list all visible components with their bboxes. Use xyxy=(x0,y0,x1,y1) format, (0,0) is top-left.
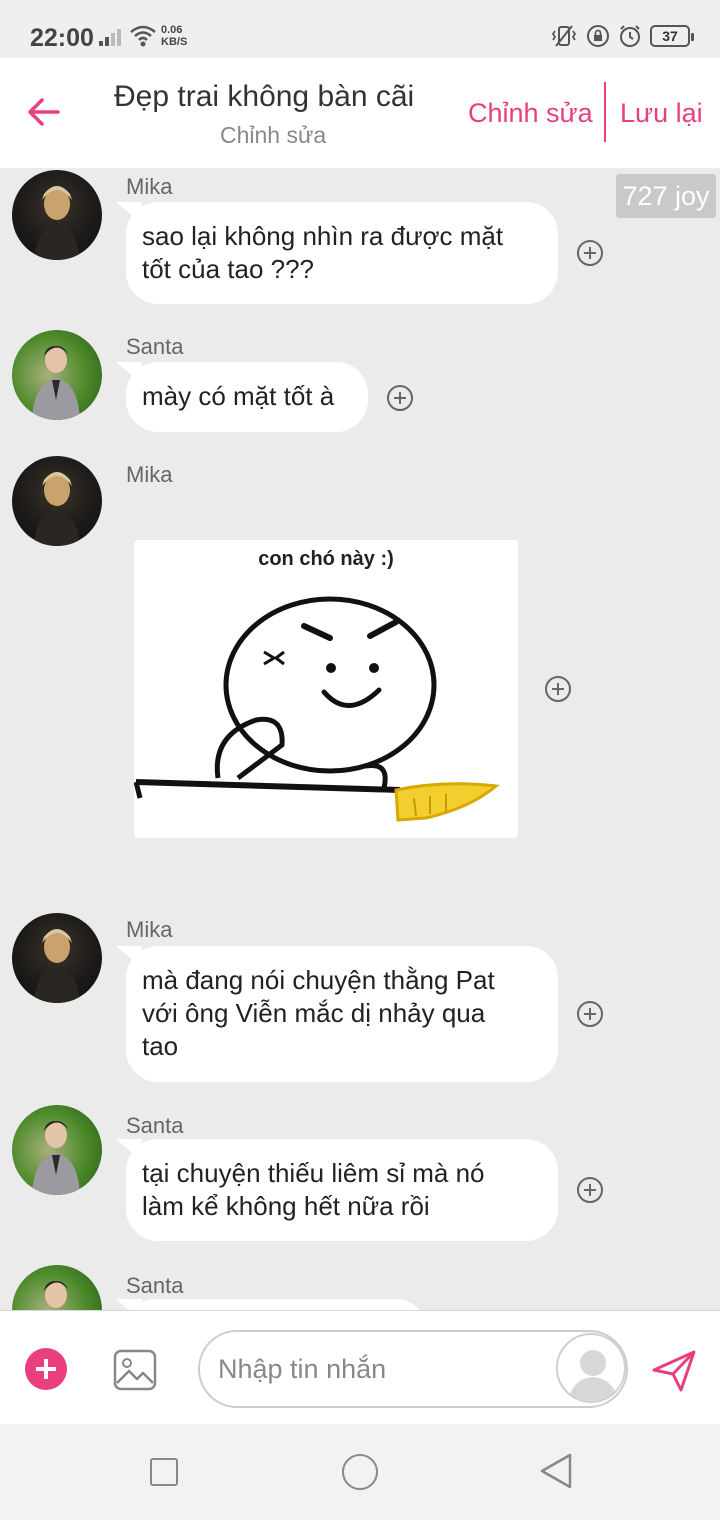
sender-name: Santa xyxy=(126,1113,184,1138)
vibrate-icon xyxy=(551,25,577,47)
message-bubble[interactable]: mày có mặt tốt à xyxy=(126,362,368,432)
header-divider xyxy=(604,82,606,142)
add-reaction-icon[interactable] xyxy=(577,1177,603,1203)
chat-area[interactable]: 727 joy Mika sao lại không nhìn ra được … xyxy=(0,168,720,1310)
add-reaction-icon[interactable] xyxy=(545,676,571,702)
image-icon[interactable] xyxy=(113,1349,157,1391)
chat-subtitle: Chỉnh sửa xyxy=(220,122,327,148)
avatar-santa[interactable] xyxy=(12,330,102,420)
avatar-mika[interactable] xyxy=(12,456,102,546)
message-bubble[interactable] xyxy=(126,1299,426,1310)
joy-badge: 727 joy xyxy=(616,174,716,218)
back-arrow-icon[interactable] xyxy=(24,92,64,132)
chat-header: Đẹp trai không bàn cãi Chỉnh sửa Chỉnh s… xyxy=(0,58,720,168)
sender-name: Santa xyxy=(126,1273,184,1298)
lock-rotation-icon xyxy=(587,25,609,47)
recent-apps-icon[interactable] xyxy=(150,1458,178,1486)
sticker-image[interactable]: con chó này :) xyxy=(134,540,518,838)
send-icon[interactable] xyxy=(651,1348,697,1394)
sender-name: Santa xyxy=(126,334,184,359)
avatar-mika[interactable] xyxy=(12,913,102,1003)
message-text: mày có mặt tốt à xyxy=(142,381,335,411)
add-icon[interactable] xyxy=(25,1348,67,1390)
sender-name: Mika xyxy=(126,174,173,199)
avatar-santa[interactable] xyxy=(12,1265,102,1310)
message-text: mà đang nói chuyện thằng Pat với ông Viễ… xyxy=(142,965,495,1061)
status-time: 22:00 xyxy=(30,24,94,52)
edit-button[interactable]: Chỉnh sửa xyxy=(468,98,593,129)
avatar-mika[interactable] xyxy=(12,170,102,260)
signal-icon xyxy=(99,29,121,46)
message-input-bar xyxy=(0,1310,720,1424)
message-text: tại chuyện thiếu liêm sỉ mà nó làm kể kh… xyxy=(142,1158,485,1221)
network-speed: 0.06 KB/S xyxy=(161,24,188,48)
status-icons: 37 xyxy=(550,24,694,48)
nav-back-icon[interactable] xyxy=(538,1452,574,1490)
message-bubble[interactable]: tại chuyện thiếu liêm sỉ mà nó làm kể kh… xyxy=(126,1139,558,1241)
add-reaction-icon[interactable] xyxy=(577,1001,603,1027)
system-nav-bar xyxy=(0,1424,720,1520)
home-icon[interactable] xyxy=(342,1454,378,1490)
avatar-icon[interactable] xyxy=(556,1333,626,1403)
message-bubble[interactable]: mà đang nói chuyện thằng Pat với ông Viễ… xyxy=(126,946,558,1082)
alarm-icon xyxy=(620,25,640,47)
message-bubble[interactable]: sao lại không nhìn ra được mặt tốt của t… xyxy=(126,202,558,304)
chat-title: Đẹp trai không bàn cãi xyxy=(114,80,415,113)
wifi-icon xyxy=(130,25,156,47)
message-text: sao lại không nhìn ra được mặt tốt của t… xyxy=(142,221,504,284)
sender-name: Mika xyxy=(126,917,173,942)
save-button[interactable]: Lưu lại xyxy=(620,98,703,129)
status-bar: 22:00 0.06 KB/S 37 xyxy=(0,0,720,58)
sender-name: Mika xyxy=(126,462,173,487)
battery-icon: 37 xyxy=(650,25,694,47)
angry-face-knife-sticker xyxy=(134,596,500,822)
avatar-santa[interactable] xyxy=(12,1105,102,1195)
add-reaction-icon[interactable] xyxy=(577,240,603,266)
add-reaction-icon[interactable] xyxy=(387,385,413,411)
